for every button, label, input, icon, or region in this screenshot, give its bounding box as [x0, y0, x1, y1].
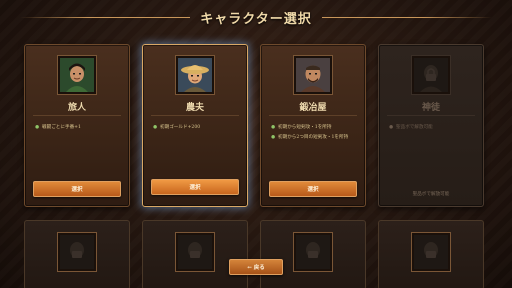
select-button[interactable]: 選択: [33, 181, 121, 197]
locked-portrait-icon: [412, 233, 450, 271]
title-bar: キャラクター選択: [0, 6, 512, 28]
perk-item: ● 初期ゴールド+200: [153, 124, 241, 131]
title-ornament-left: [20, 16, 191, 18]
perk-list: ● 初期ゴールド+200: [153, 124, 241, 134]
perk-text: 初期ゴールド+200: [160, 125, 201, 130]
locked-portrait-icon: [294, 233, 332, 271]
character-card-locked: 神徒 ● 聖品ボで解放可能 聖品ボで解放可能: [378, 44, 484, 207]
traveler-portrait-icon: [58, 56, 96, 94]
bullet-icon: ●: [153, 125, 158, 130]
blacksmith-portrait-icon: [294, 56, 332, 94]
character-card-traveler[interactable]: 旅人 ● 戦闘ごとに手番+1 選択: [24, 44, 130, 207]
bullet-icon: ●: [271, 135, 276, 140]
perk-item: ● 初期から2つ目の短剣攻・1を所持: [271, 134, 359, 141]
perk-list: ● 聖品ボで解放可能: [389, 124, 477, 134]
page-title: キャラクター選択: [200, 11, 312, 27]
divider: [151, 115, 239, 116]
character-card-locked: [260, 220, 366, 288]
card-name: 鍛冶屋: [299, 103, 327, 113]
character-card-farmer[interactable]: 農夫 ● 初期ゴールド+200 選択: [142, 44, 248, 207]
card-name: 旅人: [67, 103, 86, 113]
perk-item: ● 聖品ボで解放可能: [389, 124, 477, 131]
divider: [269, 115, 357, 116]
bullet-icon: ●: [35, 125, 40, 130]
perk-list: ● 戦闘ごとに手番+1: [35, 124, 123, 134]
character-card-locked: [142, 220, 248, 288]
perk-text: 初期から2つ目の短剣攻・1を所持: [278, 135, 349, 140]
perk-item: ● 戦闘ごとに手番+1: [35, 124, 123, 131]
locked-portrait-icon: [176, 233, 214, 271]
locked-portrait-icon: [412, 56, 450, 94]
farmer-portrait-icon: [176, 56, 214, 94]
bullet-icon: ●: [271, 125, 276, 130]
perk-item: ● 初期から短剣攻・1を所持: [271, 124, 359, 131]
card-name: 農夫: [185, 103, 204, 113]
unlock-condition: 聖品ボで解放可能: [412, 192, 450, 197]
character-card-locked: [378, 220, 484, 288]
perk-text: 初期から短剣攻・1を所持: [278, 125, 332, 130]
perk-list: ● 初期から短剣攻・1を所持 ● 初期から2つ目の短剣攻・1を所持: [271, 124, 359, 144]
perk-text: 聖品ボで解放可能: [396, 125, 433, 130]
perk-text: 戦闘ごとに手番+1: [42, 125, 81, 130]
divider: [387, 115, 475, 116]
back-button[interactable]: ← 戻る: [229, 259, 283, 275]
card-name: 神徒: [421, 103, 440, 113]
character-card-locked: [24, 220, 130, 288]
character-card-blacksmith[interactable]: 鍛冶屋 ● 初期から短剣攻・1を所持 ● 初期から2つ目の短剣攻・1を所持 選択: [260, 44, 366, 207]
divider: [33, 115, 121, 116]
select-button[interactable]: 選択: [269, 181, 357, 197]
locked-portrait-icon: [58, 233, 96, 271]
bullet-icon: ●: [389, 125, 394, 130]
title-ornament-right: [321, 16, 492, 18]
select-button[interactable]: 選択: [151, 179, 239, 195]
